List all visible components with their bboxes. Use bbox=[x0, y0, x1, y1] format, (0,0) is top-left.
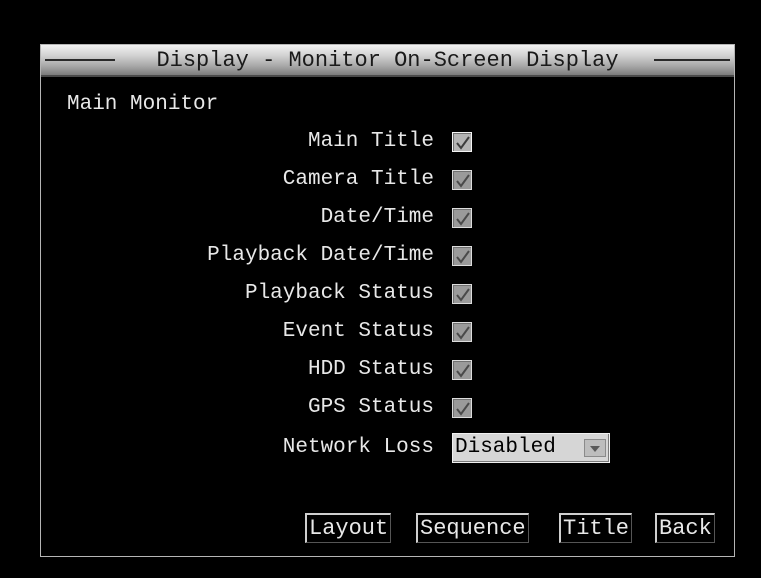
layout-button[interactable]: Layout bbox=[305, 513, 392, 543]
title-button[interactable]: Title bbox=[559, 513, 633, 543]
sequence-button[interactable]: Sequence bbox=[416, 513, 529, 543]
checkmark-icon bbox=[456, 174, 470, 188]
network-loss-dropdown[interactable]: Disabled bbox=[452, 433, 610, 463]
option-row-event-status: Event Status bbox=[41, 319, 734, 345]
option-row-camera-title: Camera Title bbox=[41, 167, 734, 193]
option-label: HDD Status bbox=[307, 358, 434, 381]
back-button[interactable]: Back bbox=[655, 513, 715, 543]
checkmark-icon bbox=[456, 212, 470, 226]
playback-status-checkbox[interactable] bbox=[452, 284, 472, 304]
checkmark-icon bbox=[456, 364, 470, 378]
checkmark-icon bbox=[456, 402, 470, 416]
dialog-title: Display - Monitor On-Screen Display bbox=[41, 45, 734, 77]
osd-dialog: Display - Monitor On-Screen Display Main… bbox=[40, 44, 735, 557]
date-time-checkbox[interactable] bbox=[452, 208, 472, 228]
option-row-playback-status: Playback Status bbox=[41, 281, 734, 307]
option-label: Main Title bbox=[307, 130, 434, 153]
checkmark-icon bbox=[456, 250, 470, 264]
checkmark-icon bbox=[456, 326, 470, 340]
camera-title-checkbox[interactable] bbox=[452, 170, 472, 190]
section-label-main-monitor: Main Monitor bbox=[67, 93, 219, 116]
option-row-network-loss: Network Loss Disabled bbox=[41, 433, 734, 463]
gps-status-checkbox[interactable] bbox=[452, 398, 472, 418]
option-label: Event Status bbox=[282, 320, 434, 343]
option-label: Playback Date/Time bbox=[207, 244, 434, 267]
option-label: GPS Status bbox=[307, 396, 434, 419]
option-row-playback-date-time: Playback Date/Time bbox=[41, 243, 734, 269]
network-loss-value: Disabled bbox=[455, 436, 556, 459]
checkmark-icon bbox=[456, 136, 470, 150]
hdd-status-checkbox[interactable] bbox=[452, 360, 472, 380]
chevron-down-icon[interactable] bbox=[584, 439, 606, 457]
option-row-gps-status: GPS Status bbox=[41, 395, 734, 421]
network-loss-label: Network Loss bbox=[282, 436, 434, 459]
option-row-date-time: Date/Time bbox=[41, 205, 734, 231]
option-row-hdd-status: HDD Status bbox=[41, 357, 734, 383]
main-title-checkbox[interactable] bbox=[452, 132, 472, 152]
option-label: Camera Title bbox=[282, 168, 434, 191]
option-label: Playback Status bbox=[244, 282, 434, 305]
event-status-checkbox[interactable] bbox=[452, 322, 472, 342]
option-label: Date/Time bbox=[320, 206, 434, 229]
playback-date-time-checkbox[interactable] bbox=[452, 246, 472, 266]
option-row-main-title: Main Title bbox=[41, 129, 734, 155]
checkmark-icon bbox=[456, 288, 470, 302]
